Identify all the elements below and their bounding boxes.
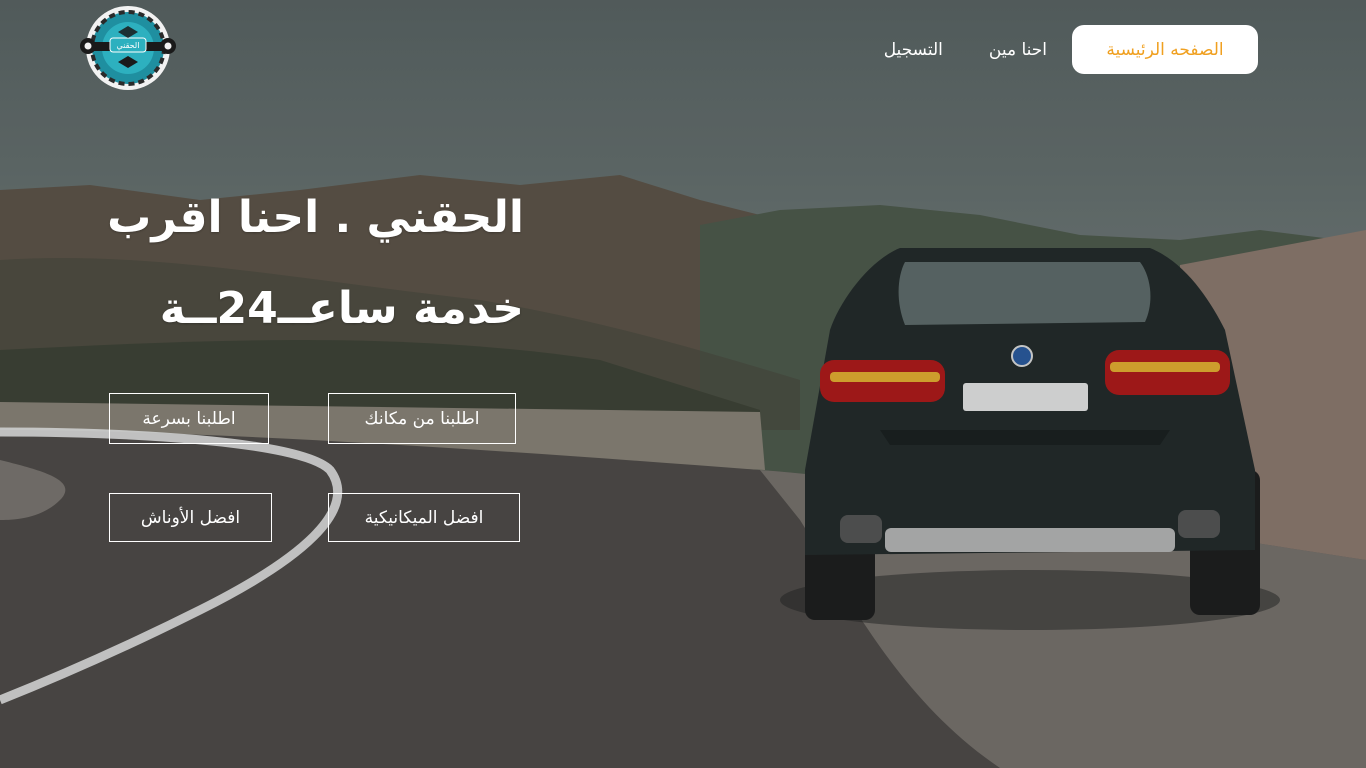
nav-register-link[interactable]: التسجيل xyxy=(884,25,943,74)
request-fast-button[interactable]: اطلبنا بسرعة xyxy=(109,393,269,444)
best-mechanics-button[interactable]: افضل الميكانيكية xyxy=(328,493,520,542)
background-dim-overlay xyxy=(0,0,1366,768)
best-winches-button[interactable]: افضل الأوناش xyxy=(109,493,272,542)
hero-title-line-2: خدمة ساعــ24ــة xyxy=(159,283,524,334)
logo-text: الحقني xyxy=(117,41,140,50)
nav-about-link[interactable]: احنا مين xyxy=(989,25,1047,74)
main-nav: الصفحه الرئيسية احنا مين التسجيل xyxy=(884,25,1258,74)
request-from-location-button[interactable]: اطلبنا من مكانك xyxy=(328,393,516,444)
nav-home-link[interactable]: الصفحه الرئيسية xyxy=(1072,25,1258,74)
hero-title-line-1: الحقني . احنا اقرب xyxy=(107,192,524,243)
site-logo[interactable]: الحقني xyxy=(80,4,176,90)
hero-background xyxy=(0,0,1366,768)
